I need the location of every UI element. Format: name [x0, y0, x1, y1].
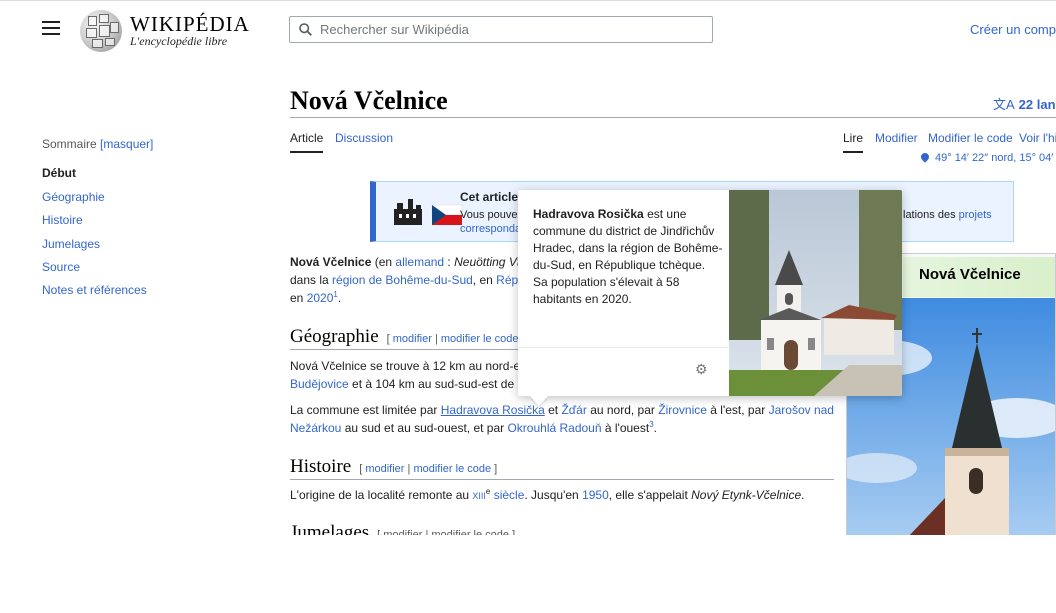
heading-geographie: Géographie[ modifier | modifier le code	[290, 326, 519, 347]
tab-discussion[interactable]: Discussion	[335, 131, 393, 145]
edit-geographie[interactable]: modifier	[393, 333, 432, 345]
link-siecle[interactable]: siècle	[490, 488, 525, 502]
search-input[interactable]	[320, 20, 700, 39]
link-2020[interactable]: 2020	[307, 291, 334, 305]
popup-divider	[518, 330, 728, 348]
tab-history[interactable]: Voir l'historique	[1019, 131, 1056, 145]
geo-line-2: Budějovice et à 104 km au sud-sud-est de…	[290, 375, 526, 393]
histoire-divider	[290, 479, 834, 480]
link-okrouhla-radoun[interactable]: Okrouhlá Radouň	[507, 421, 601, 435]
link-xiii[interactable]: XIII	[472, 491, 486, 501]
top-border	[0, 0, 1056, 1]
banner-right-text: lations des projets	[903, 209, 992, 221]
link-preview-popup[interactable]: Hadravova Rosička est une commune du dis…	[518, 190, 902, 396]
location-pin-icon	[919, 151, 931, 163]
banner-line-2[interactable]: correspondа	[460, 223, 521, 235]
coordinates[interactable]: 49° 14′ 22″ nord, 15° 04′ 20″	[919, 151, 1056, 164]
geo-line-4: Nežárkou au sud et au sud-ouest, et par …	[290, 420, 657, 436]
search-box[interactable]	[289, 16, 713, 43]
czech-flag-icon	[431, 204, 463, 225]
intro-line-3: en 20201.	[290, 290, 342, 306]
page-title: Nová Včelnice	[290, 86, 448, 115]
link-zdar[interactable]: Žďár	[561, 403, 586, 417]
link-jarosov[interactable]: Jarošov nad	[769, 403, 834, 417]
toc-header: Sommaire [masquer]	[42, 137, 153, 151]
hist-line-1: L'origine de la localité remonte au XIII…	[290, 487, 805, 503]
page-bottom-blank	[0, 535, 1056, 613]
banner-icons	[394, 199, 463, 225]
edit-histoire[interactable]: modifier	[365, 463, 404, 475]
link-region[interactable]: région de Bohême-du-Sud	[332, 273, 473, 287]
language-count: 22 langues	[1018, 97, 1056, 112]
coordinates-text: 49° 14′ 22″ nord, 15° 04′ 20″	[935, 152, 1056, 164]
infobox-title: Nová Včelnice	[919, 266, 1021, 283]
toc-item-debut[interactable]: Début	[42, 166, 76, 180]
city-icon	[394, 199, 422, 225]
toc-item-geographie[interactable]: Géographie	[42, 190, 105, 204]
link-nezarkou[interactable]: Nežárkou	[290, 421, 341, 435]
create-account-link[interactable]: Créer un compte	[970, 22, 1056, 37]
main-menu-icon[interactable]	[42, 21, 60, 37]
popup-pointer	[530, 396, 548, 406]
heading-histoire: Histoire[ modifier | modifier le code ]	[290, 456, 498, 477]
title-divider	[290, 117, 1056, 118]
link-zirovnice[interactable]: Žirovnice	[658, 403, 707, 417]
toc-item-histoire[interactable]: Histoire	[42, 213, 83, 227]
geo-line-3: La commune est limitée par Hadravova Ros…	[290, 403, 834, 417]
tab-read[interactable]: Lire	[843, 131, 864, 153]
tab-article[interactable]: Article	[290, 131, 324, 153]
banner-title: Cet article	[460, 190, 519, 204]
edit-source-histoire[interactable]: modifier le code	[413, 463, 491, 475]
translate-icon: 文A	[993, 97, 1015, 112]
geo-line-1: Nová Včelnice se trouve à 12 km au nord-…	[290, 359, 527, 373]
link-budejovice[interactable]: Budějovice	[290, 377, 349, 391]
link-1950[interactable]: 1950	[582, 488, 609, 502]
search-icon	[299, 23, 312, 36]
tab-edit-source[interactable]: Modifier le code	[928, 131, 1013, 145]
banner-projects-link[interactable]: projets	[959, 209, 992, 221]
toc-title: Sommaire	[42, 137, 97, 151]
logo-tagline: L'encyclopédie libre	[130, 34, 228, 48]
globe-icon	[80, 10, 122, 52]
popup-extract: Hadravova Rosička est une commune du dis…	[533, 207, 723, 306]
link-allemand[interactable]: allemand	[395, 255, 444, 269]
language-button[interactable]: 文A22 langues	[993, 94, 1056, 113]
intro-line-1: Nová Včelnice (en allemand : Neuötting V…	[290, 255, 521, 269]
edit-source-geographie[interactable]: modifier le code	[441, 333, 519, 345]
toc-item-notes[interactable]: Notes et références	[42, 283, 147, 297]
tab-edit[interactable]: Modifier	[875, 131, 918, 145]
popup-thumbnail[interactable]	[729, 190, 902, 396]
wikipedia-logo[interactable]: WIKIPÉDIA L'encyclopédie libre	[80, 10, 249, 52]
gear-icon[interactable]: ⚙	[695, 362, 709, 376]
toc-toggle[interactable]: [masquer]	[100, 137, 153, 151]
toc-item-jumelages[interactable]: Jumelages	[42, 237, 100, 251]
intro-line-2: dans la région de Bohême-du-Sud, en Répu	[290, 273, 525, 287]
banner-line-1: Vous pouvez	[460, 209, 523, 221]
toc-item-source[interactable]: Source	[42, 260, 80, 274]
